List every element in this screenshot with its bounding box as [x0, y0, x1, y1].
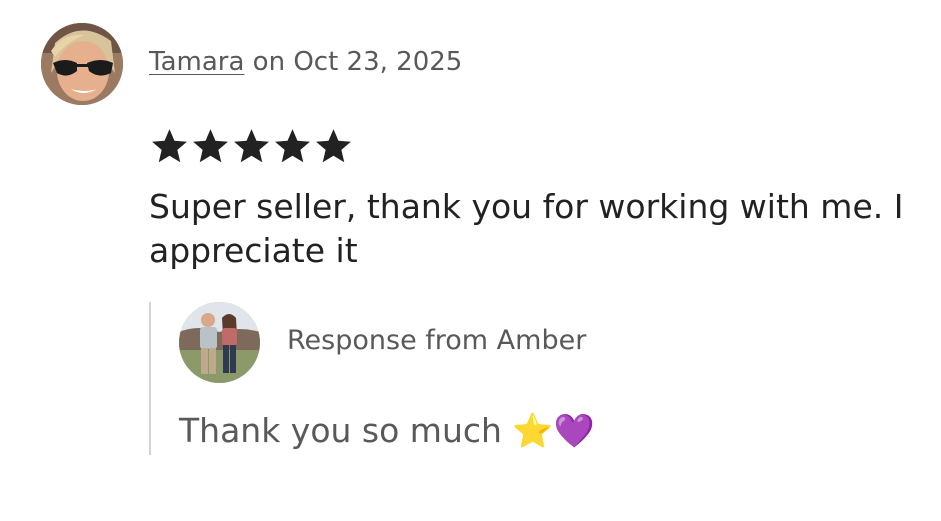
star-icon [193, 129, 228, 163]
reviewer-avatar[interactable] [41, 23, 123, 105]
reviewer-photo [41, 23, 123, 105]
review-meta: Tamara on Oct 23, 2025 [149, 44, 462, 80]
seller-avatar[interactable] [179, 302, 260, 383]
seller-response: Response from Amber Thank you so much ⭐💜 [149, 302, 751, 455]
review-date: on Oct 23, 2025 [252, 47, 463, 77]
star-icon [152, 129, 187, 163]
star-rating [149, 126, 354, 168]
star-icon [316, 129, 351, 163]
star-icon [234, 129, 269, 163]
reviewer-name-link[interactable]: Tamara [149, 47, 244, 77]
response-text: Thank you so much ⭐💜 [179, 411, 595, 450]
seller-photo [179, 302, 260, 383]
star-icon [275, 129, 310, 163]
review-text: Super seller, thank you for working with… [149, 187, 904, 270]
response-label: Response from Amber [287, 325, 587, 356]
review-card: Tamara on Oct 23, 2025 Super seller, tha… [0, 0, 941, 521]
